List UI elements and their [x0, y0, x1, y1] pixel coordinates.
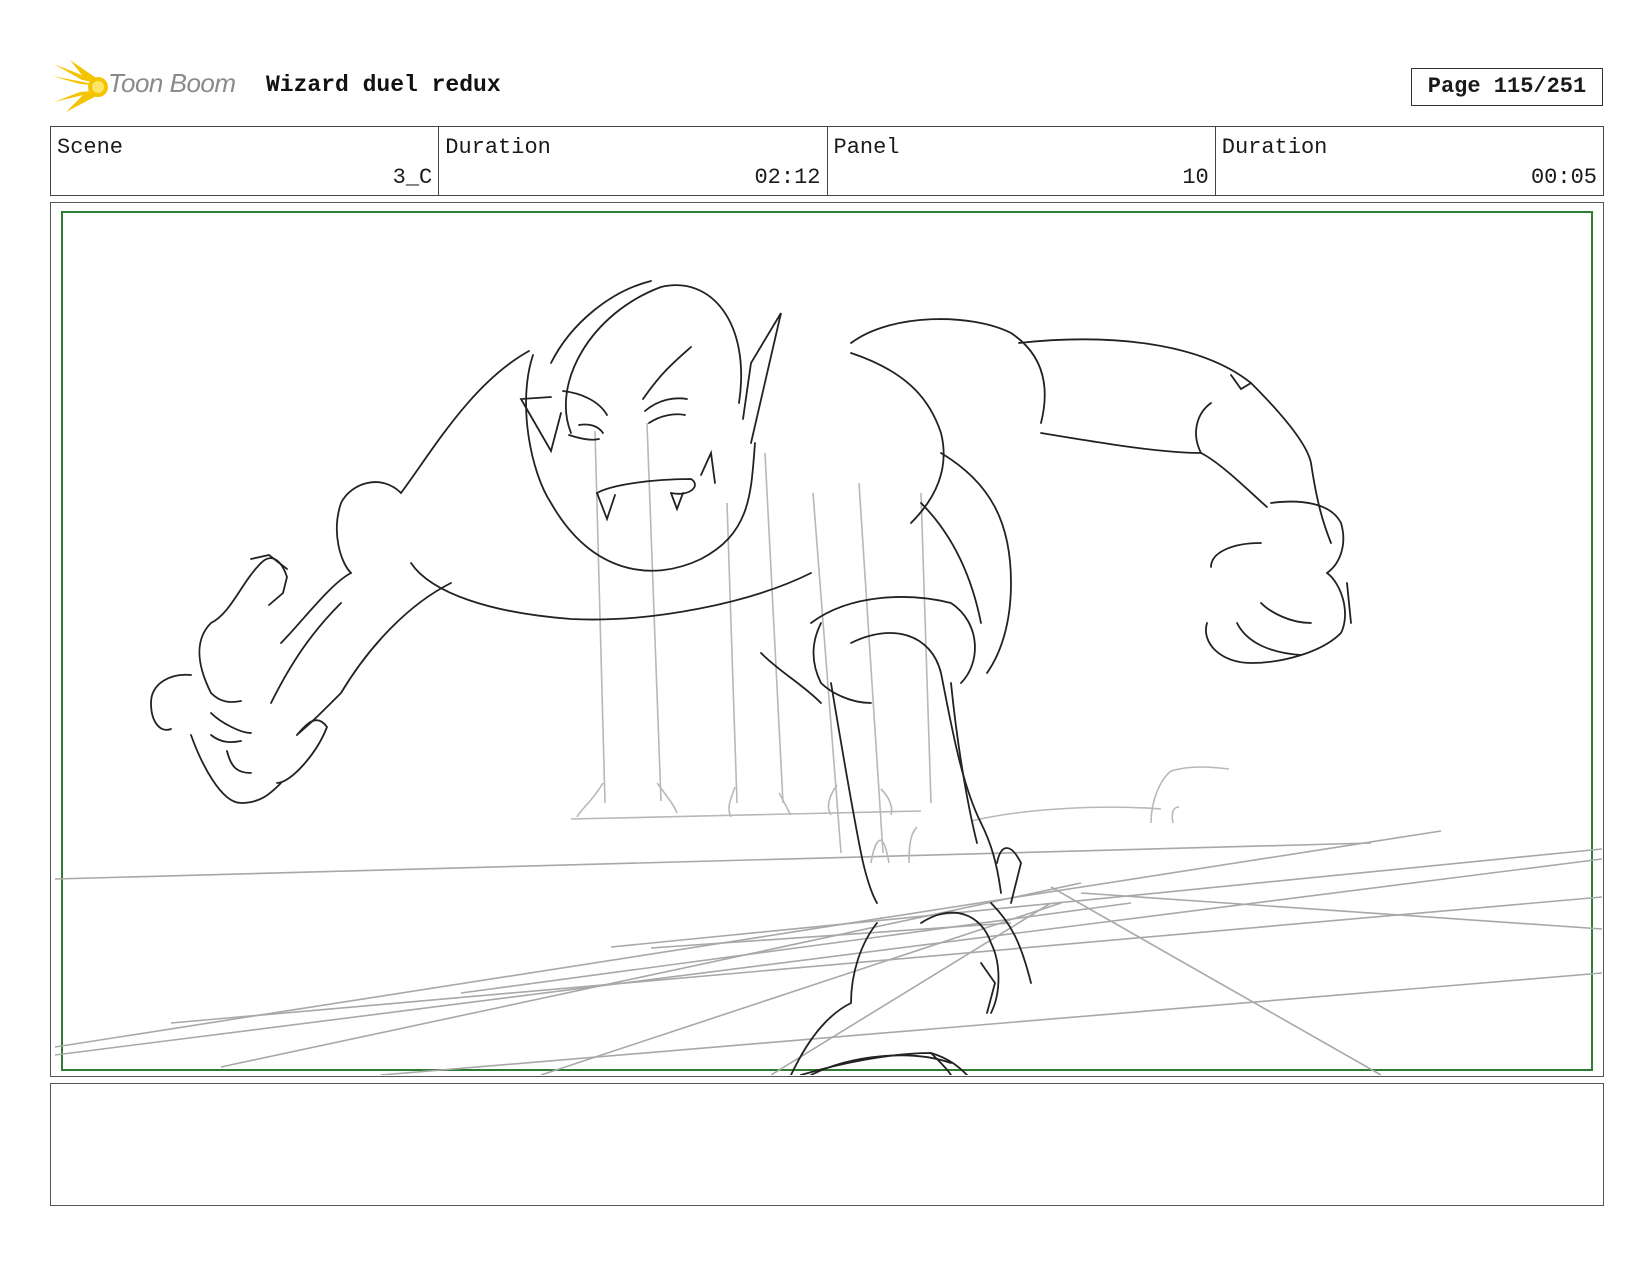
starburst-icon: [52, 60, 108, 112]
panel-info-row: Scene 3_C Duration 02:12 Panel 10 Durati…: [50, 126, 1604, 196]
panel-label: Panel: [833, 135, 900, 160]
logo-text: Toon Boom: [108, 68, 236, 98]
toon-boom-logo: Toon Boom: [52, 58, 252, 114]
panel-duration-label: Duration: [1221, 135, 1328, 160]
document-title: Wizard duel redux: [266, 72, 501, 98]
page-indicator: Page 115/251: [1411, 68, 1603, 106]
panel-value: 10: [1182, 165, 1209, 190]
scene-value: 3_C: [392, 165, 433, 190]
panel-duration-value: 00:05: [1530, 165, 1597, 190]
scene-label: Scene: [57, 135, 124, 160]
guide-lines: [54, 830, 1602, 1075]
light-streaks: [570, 422, 1230, 864]
panel-sketch: [54, 211, 1602, 1075]
scene-duration-label: Duration: [445, 135, 551, 160]
storyboard-panel: [50, 202, 1604, 1077]
scene-duration-cell: Duration 02:12: [439, 127, 828, 195]
panel-notes: [50, 1083, 1604, 1206]
panel-duration-cell: Duration 00:05: [1216, 127, 1603, 195]
safe-frame: [61, 211, 1593, 1071]
panel-cell: Panel 10: [828, 127, 1216, 195]
scene-cell: Scene 3_C: [51, 127, 440, 195]
scene-duration-value: 02:12: [754, 165, 821, 190]
